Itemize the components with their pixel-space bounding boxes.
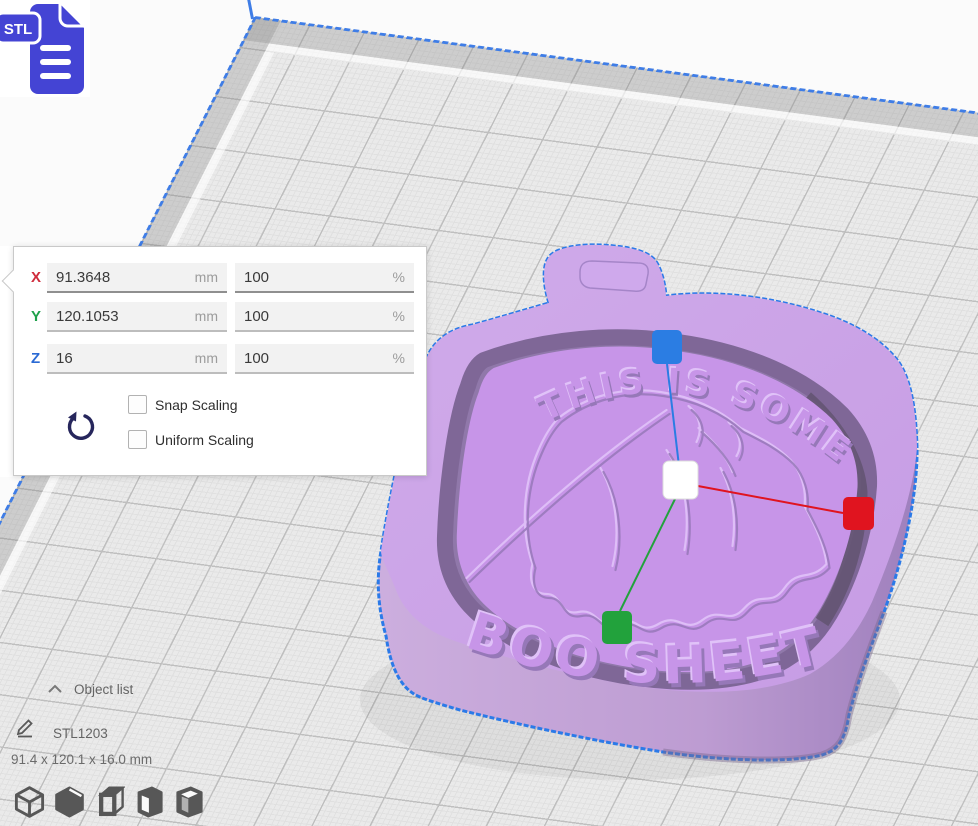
uniform-scaling-label: Uniform Scaling xyxy=(155,432,254,448)
y-percent-unit: % xyxy=(393,308,405,324)
view-3d-button[interactable] xyxy=(14,785,45,819)
z-mm-input[interactable] xyxy=(56,344,186,372)
x-mm-unit: mm xyxy=(195,269,218,285)
x-mm-input[interactable] xyxy=(56,263,186,291)
camera-view-toolbar xyxy=(14,785,205,821)
scale-handle-y-green[interactable] xyxy=(602,611,632,644)
scale-handle-z-blue[interactable] xyxy=(652,330,682,364)
collapse-caret-icon[interactable] xyxy=(47,684,63,694)
x-percent-input[interactable] xyxy=(244,263,374,291)
snap-scaling-checkbox[interactable] xyxy=(128,395,147,414)
edit-pencil-icon[interactable] xyxy=(15,714,35,738)
scale-row-y: Y mm % xyxy=(14,302,426,332)
x-percent-field[interactable]: % xyxy=(235,263,414,293)
y-mm-unit: mm xyxy=(195,308,218,324)
scale-options: Snap Scaling Uniform Scaling xyxy=(14,387,426,477)
z-percent-unit: % xyxy=(393,350,405,366)
scale-row-x: X mm % xyxy=(14,263,426,293)
view-left-button[interactable] xyxy=(134,785,165,819)
viewport-3d[interactable]: THIS IS SOME THIS IS SOME THIS IS SOME B… xyxy=(0,0,978,826)
scale-row-z: Z mm % xyxy=(14,344,426,374)
y-mm-input[interactable] xyxy=(56,302,186,330)
y-mm-field[interactable]: mm xyxy=(47,302,227,332)
z-mm-unit: mm xyxy=(195,350,218,366)
z-mm-field[interactable]: mm xyxy=(47,344,227,374)
y-percent-input[interactable] xyxy=(244,302,374,330)
scale-handle-x-red[interactable] xyxy=(843,497,874,530)
object-dimensions: 91.4 x 120.1 x 16.0 mm xyxy=(11,752,152,767)
x-percent-unit: % xyxy=(393,269,405,285)
model-boo-sheet-mold[interactable]: THIS IS SOME THIS IS SOME THIS IS SOME B… xyxy=(378,245,917,760)
object-item-name[interactable]: STL1203 xyxy=(53,726,108,741)
y-percent-field[interactable]: % xyxy=(235,302,414,332)
uniform-scaling-checkbox[interactable] xyxy=(128,430,147,449)
model-tab-slot xyxy=(580,261,648,291)
z-percent-input[interactable] xyxy=(244,344,374,372)
stl-file-logo: STL xyxy=(0,0,90,97)
object-list-title[interactable]: Object list xyxy=(74,682,133,697)
x-mm-field[interactable]: mm xyxy=(47,263,227,293)
scale-handle-center-white[interactable] xyxy=(663,461,698,499)
z-percent-field[interactable]: % xyxy=(235,344,414,374)
reset-scale-button[interactable] xyxy=(62,407,96,443)
snap-scaling-label: Snap Scaling xyxy=(155,397,238,413)
view-top-button[interactable] xyxy=(94,785,125,819)
scale-tool-panel: X mm % Y mm % Z mm xyxy=(13,246,427,476)
stl-badge-text: STL xyxy=(4,21,32,38)
view-front-button[interactable] xyxy=(54,785,85,819)
view-right-button[interactable] xyxy=(174,785,205,819)
